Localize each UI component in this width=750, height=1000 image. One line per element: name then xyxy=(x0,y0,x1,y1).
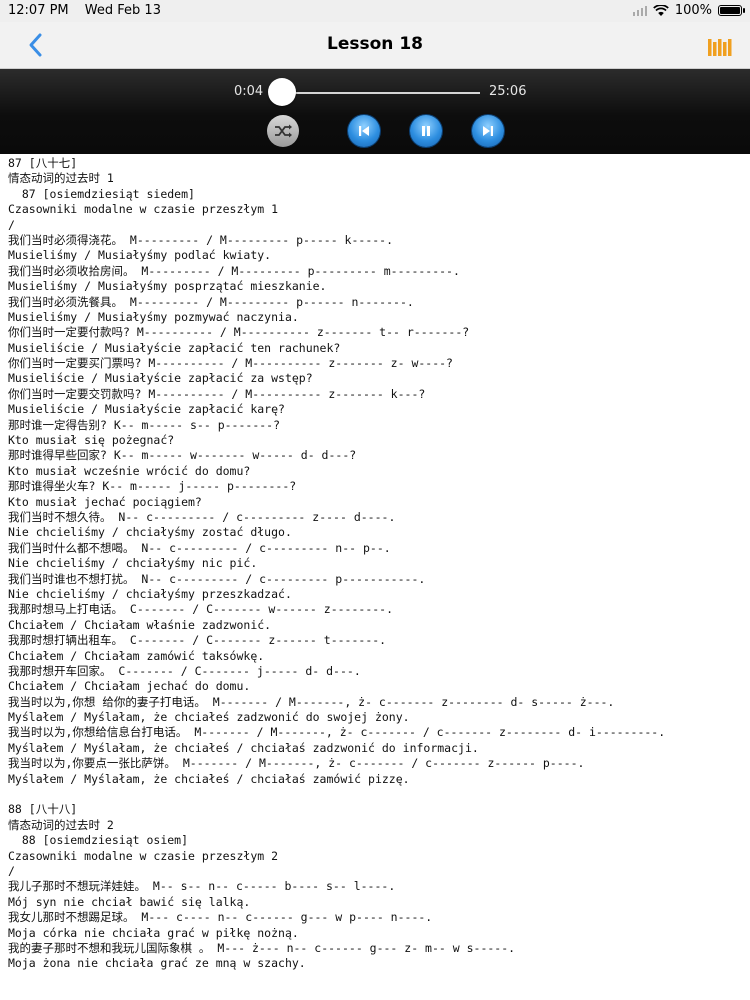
lesson-line: Chciałem / Chciałam jechać do domu. xyxy=(8,679,251,694)
lesson-line: 那时谁得坐火车? K-- m----- j----- p--------? xyxy=(8,479,297,494)
elapsed-time: 0:04 xyxy=(234,84,264,99)
lesson-line: Kto musiał wcześnie wrócić do domu? xyxy=(8,463,251,478)
total-duration: 25:06 xyxy=(489,84,527,99)
lesson-text: 87 [八十七] 情态动词的过去时 1 87 [osiemdziesiąt sie… xyxy=(8,156,748,972)
progress-track[interactable] xyxy=(282,92,480,94)
lesson-line: Musieliście / Musiałyście zapłacić za ws… xyxy=(8,371,313,386)
status-time: 12:07 PM xyxy=(8,3,69,18)
status-bar: 12:07 PM Wed Feb 13 100% xyxy=(0,0,750,22)
lesson-line: Nie chcieliśmy / chciałyśmy zostać długo… xyxy=(8,525,292,540)
lesson-line: 88 [八十八] xyxy=(8,802,78,817)
wifi-icon xyxy=(653,4,669,16)
battery-icon xyxy=(718,5,745,16)
lesson-line: Kto musiał się pożegnać? xyxy=(8,433,175,448)
lesson-line: Chciałem / Chciałam zamówić taksówkę. xyxy=(8,648,265,663)
lesson-line: 我那时想开车回家。 C------- / C------- j----- d- … xyxy=(8,663,361,678)
lesson-line: 我们当时谁也不想打扰。 N-- c--------- / c--------- … xyxy=(8,571,426,586)
lesson-line: Musieliśmy / Musiałyśmy podlać kwiaty. xyxy=(8,248,272,263)
lesson-line: 我们当时必须洗餐具。 M--------- / M--------- p----… xyxy=(8,294,414,309)
audio-player: 0:04 25:06 xyxy=(0,69,750,154)
lesson-line: 我那时想马上打电话。 C------- / C------- w------ z… xyxy=(8,602,394,617)
lesson-line: 我那时想打辆出租车。 C------- / C------- z------ t… xyxy=(8,633,387,648)
lesson-line: 我的妻子那时不想和我玩儿国际象棋 。 M--- ż--- n-- c------… xyxy=(8,940,516,955)
lesson-line: 你们当时一定要付款吗? M---------- / M---------- z-… xyxy=(8,325,470,340)
navigation-bar: Lesson 18 xyxy=(0,22,750,69)
lesson-line: Mój syn nie chciał bawić się lalką. xyxy=(8,894,251,909)
lesson-line: 我们当时不想久待。 N-- c--------- / c--------- z-… xyxy=(8,509,396,524)
lesson-line: 我们当时必须得浇花。 M--------- / M--------- p----… xyxy=(8,232,394,247)
signal-icon xyxy=(632,5,647,16)
previous-icon xyxy=(359,126,369,136)
lesson-line: Musieliśmy / Musiałyśmy pozmywać naczyni… xyxy=(8,309,299,324)
lesson-line: Nie chcieliśmy / chciałyśmy nic pić. xyxy=(8,556,258,571)
lesson-line: 情态动词的过去时 1 xyxy=(8,171,114,186)
lesson-line: 那时谁一定得告别? K-- m----- s-- p-------? xyxy=(8,417,281,432)
shuffle-icon xyxy=(275,124,292,138)
lesson-line: Czasowniki modalne w czasie przeszłym 2 xyxy=(8,848,279,863)
lesson-line: 我们当时必须收拾房间。 M--------- / M--------- p---… xyxy=(8,263,460,278)
lesson-line xyxy=(8,787,748,802)
progress-slider-knob[interactable] xyxy=(268,78,296,106)
lesson-line: 情态动词的过去时 2 xyxy=(8,817,114,832)
lesson-line: Chciałem / Chciałam właśnie zadzwonić. xyxy=(8,617,272,632)
lesson-line: Musieliśmy / Musiałyśmy posprzątać miesz… xyxy=(8,279,327,294)
lesson-line: Czasowniki modalne w czasie przeszłym 1 xyxy=(8,202,279,217)
lesson-line: 你们当时一定要买门票吗? M---------- / M---------- z… xyxy=(8,356,453,371)
lesson-line: Nie chcieliśmy / chciałyśmy przeszkadzać… xyxy=(8,586,292,601)
lesson-line: Myślałem / Myślałam, że chciałeś / chcia… xyxy=(8,771,410,786)
lesson-line: / xyxy=(8,217,15,232)
lesson-line: / xyxy=(8,863,15,878)
lesson-line: 87 [osiemdziesiąt siedem] xyxy=(8,186,195,201)
lesson-line: 我当时以为,你想给信息台打电话。 M------- / M-------, ż-… xyxy=(8,725,666,740)
status-left: 12:07 PM Wed Feb 13 xyxy=(8,3,173,18)
previous-button[interactable] xyxy=(348,115,380,147)
lesson-line: 我当时以为,你要点一张比萨饼。 M------- / M-------, ż- … xyxy=(8,756,585,771)
status-date: Wed Feb 13 xyxy=(84,3,161,18)
next-icon xyxy=(483,126,493,136)
lesson-line: 我们当时什么都不想喝。 N-- c--------- / c--------- … xyxy=(8,540,391,555)
lesson-line: Moja żona nie chciała grać ze mną w szac… xyxy=(8,956,306,971)
shuffle-button[interactable] xyxy=(267,115,299,147)
page-title: Lesson 18 xyxy=(327,34,423,54)
lesson-line: Myślałem / Myślałam, że chciałeś / chcia… xyxy=(8,740,479,755)
lesson-line: 你们当时一定要交罚款吗? M---------- / M---------- z… xyxy=(8,386,426,401)
lesson-line: Moja córka nie chciała grać w piłkę nożn… xyxy=(8,925,299,940)
bars-icon[interactable] xyxy=(708,36,732,56)
next-button[interactable] xyxy=(472,115,504,147)
lesson-line: Musieliście / Musiałyście zapłacić karę? xyxy=(8,402,285,417)
pause-icon xyxy=(422,126,430,136)
lesson-line: 87 [八十七] xyxy=(8,156,78,170)
lesson-line: 那时谁得早些回家? K-- m----- w------- w----- d- … xyxy=(8,448,357,463)
lesson-line: Kto musiał jechać pociągiem? xyxy=(8,494,202,509)
lesson-line: 我女儿那时不想踢足球。 M--- c---- n-- c------ g--- … xyxy=(8,910,433,925)
lesson-line: 我当时以为,你想 给你的妻子打电话。 M------- / M-------, … xyxy=(8,694,615,709)
pause-button[interactable] xyxy=(410,115,442,147)
status-right: 100% xyxy=(632,3,745,18)
lesson-line: 我儿子那时不想玩洋娃娃。 M-- s-- n-- c----- b---- s-… xyxy=(8,879,396,894)
lesson-line: Musieliście / Musiałyście zapłacić ten r… xyxy=(8,340,341,355)
lesson-line: 88 [osiemdziesiąt osiem] xyxy=(8,833,189,848)
lesson-line: Myślałem / Myślałam, że chciałeś zadzwon… xyxy=(8,710,410,725)
battery-percent: 100% xyxy=(674,3,712,18)
